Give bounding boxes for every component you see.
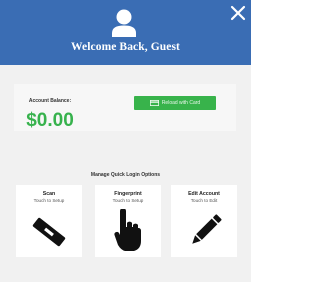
credit-card-icon [149,100,159,106]
scan-option-subtitle: Touch to Setup [33,198,65,203]
fingerprint-option-button[interactable]: Fingerprint Touch to Setup [95,185,161,257]
balance-label: Account Balance: [28,98,72,104]
welcome-title: Welcome Back, Guest [71,41,180,53]
touch-hand-icon [114,209,141,251]
scan-option-title: Scan [42,191,56,197]
reload-with-card-button[interactable]: Reload with Card [134,96,216,110]
close-button[interactable] [227,2,249,24]
edit-account-option-button[interactable]: Edit Account Touch to Edit [171,185,237,257]
edit-account-option-title: Edit Account [188,191,220,197]
quick-login-screen: Welcome Back, Guest Account Balance: $0.… [0,0,251,282]
edit-account-option-subtitle: Touch to Edit [190,198,218,203]
header-bar: Welcome Back, Guest [0,0,251,65]
reload-with-card-label: Reload with Card [161,100,201,106]
scan-option-button[interactable]: Scan Touch to Setup [16,185,82,257]
user-icon [112,9,136,37]
fingerprint-option-subtitle: Touch to Setup [112,198,144,203]
balance-value: $0.00 [26,110,74,131]
fingerprint-option-title: Fingerprint [114,191,142,197]
scan-card-icon [32,217,66,247]
close-icon [230,5,246,21]
quick-login-heading: Manage Quick Login Options [90,172,161,178]
pencil-icon [192,214,222,244]
